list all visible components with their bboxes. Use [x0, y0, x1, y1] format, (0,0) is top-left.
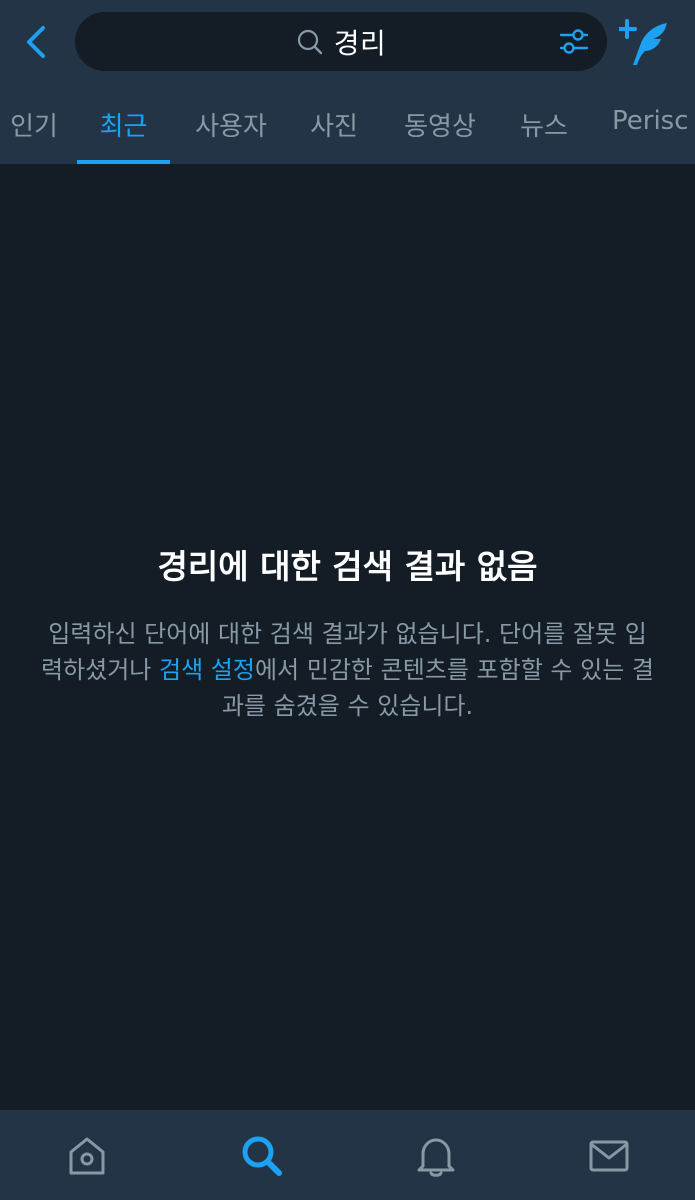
compose-tweet-button[interactable]: [618, 16, 672, 70]
nav-home-button[interactable]: [63, 1132, 111, 1180]
search-results-screen: 경리 인기 최근 사용자 사진 동영상 뉴스 Perisc 경리에 대한 검색 …: [0, 0, 695, 1200]
tab-videos[interactable]: 동영상: [400, 98, 480, 164]
tab-latest[interactable]: 최근: [77, 98, 170, 164]
back-arrow-icon: [27, 26, 45, 58]
tab-periscope[interactable]: Perisc: [612, 98, 695, 164]
tab-top[interactable]: 인기: [8, 98, 60, 164]
nav-notifications-button[interactable]: [412, 1132, 460, 1180]
active-tab-indicator: [77, 160, 170, 164]
tab-news[interactable]: 뉴스: [516, 98, 572, 164]
search-query-text[interactable]: 경리: [334, 22, 387, 62]
back-button[interactable]: [14, 20, 58, 64]
empty-state-description: 입력하신 단어에 대한 검색 결과가 없습니다. 단어를 잘못 입력하셨거나 검…: [0, 616, 695, 724]
compose-tweet-icon: [619, 19, 667, 65]
top-bar: 경리 인기 최근 사용자 사진 동영상 뉴스 Perisc: [0, 0, 695, 164]
empty-state-title: 경리에 대한 검색 결과 없음: [157, 547, 538, 586]
search-filter-button[interactable]: [557, 26, 591, 58]
notifications-bell-icon: [417, 1138, 455, 1177]
search-field-icon: [296, 28, 324, 56]
empty-state-desc-part2: 에서 민감한 콘텐츠를 포함할 수 있는 결과를 숨겼을 수 있습니다.: [221, 656, 655, 720]
search-field[interactable]: 경리: [75, 12, 607, 71]
search-field-content: 경리: [75, 12, 607, 71]
tab-photos[interactable]: 사진: [306, 98, 362, 164]
search-settings-link[interactable]: 검색 설정: [159, 656, 255, 684]
search-tabs: 인기 최근 사용자 사진 동영상 뉴스 Perisc: [0, 98, 695, 164]
empty-state: 경리에 대한 검색 결과 없음 입력하신 단어에 대한 검색 결과가 없습니다.…: [0, 540, 695, 724]
bottom-navigation: [0, 1110, 695, 1200]
messages-envelope-icon: [589, 1140, 629, 1172]
home-icon: [69, 1137, 105, 1175]
search-icon: [242, 1136, 282, 1176]
nav-messages-button[interactable]: [585, 1132, 633, 1180]
tab-people[interactable]: 사용자: [190, 98, 272, 164]
nav-search-button[interactable]: [238, 1132, 286, 1180]
filter-sliders-icon: [559, 29, 589, 54]
